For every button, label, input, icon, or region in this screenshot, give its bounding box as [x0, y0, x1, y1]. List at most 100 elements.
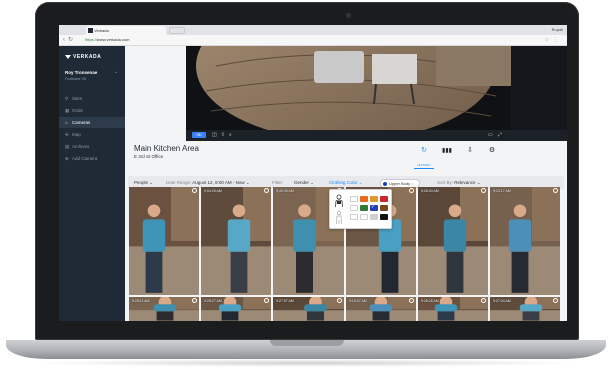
- active-tab-indicator: [414, 168, 434, 169]
- camera-icon: ⌂: [65, 120, 68, 125]
- brand-name: VERKADA: [73, 54, 102, 60]
- chip-label: Upper Body: [389, 181, 411, 186]
- org-name[interactable]: Roy Tronsenae: [65, 70, 97, 75]
- laptop-notch: [270, 340, 344, 346]
- color-swatch[interactable]: [350, 196, 358, 202]
- share-icon[interactable]: ⇪: [221, 132, 229, 138]
- result-thumbnail[interactable]: 9:28:27 AM: [201, 297, 271, 321]
- brand-logo[interactable]: VERKADA: [65, 54, 101, 60]
- select-circle-icon[interactable]: [481, 298, 486, 303]
- url-host: www.verkada.com: [97, 37, 130, 42]
- select-circle-icon[interactable]: [337, 298, 342, 303]
- sidebar-item-label: Add Camera: [72, 156, 98, 161]
- result-thumbnail[interactable]: 9:28:28 AM: [418, 297, 488, 321]
- result-thumbnail[interactable]: 9:04:25 AM: [201, 187, 271, 295]
- date-range-value: August 12, 8:00 AM - Now: [192, 180, 245, 185]
- select-circle-icon[interactable]: [481, 188, 486, 193]
- page-title: Main Kitchen Area: [134, 144, 199, 153]
- fullscreen-icon[interactable]: ⤢: [498, 132, 507, 138]
- sidebar-item-archives[interactable]: ▤ Archives: [59, 141, 125, 152]
- sidebar-item-cameras[interactable]: ⌂ Cameras: [59, 117, 125, 128]
- color-swatch[interactable]: [360, 214, 368, 220]
- select-circle-icon[interactable]: [192, 188, 197, 193]
- add-icon: ⊕: [65, 156, 69, 161]
- analytics-icon[interactable]: ▮▮▮: [439, 147, 455, 154]
- sidebar-item-label: Sites: [72, 96, 83, 101]
- result-thumbnail[interactable]: 9:26:44 AM: [418, 187, 488, 295]
- select-circle-icon[interactable]: [409, 188, 414, 193]
- grid-icon: ▦: [65, 108, 70, 113]
- color-swatch[interactable]: [380, 196, 388, 202]
- sidebar-item-sites[interactable]: ⚲ Sites: [59, 93, 125, 104]
- color-swatch[interactable]: [350, 214, 358, 220]
- sidebar-item-grids[interactable]: ▦ Grids: [59, 105, 125, 116]
- thumbnail-timestamp: 9:04:25 AM: [204, 189, 222, 193]
- select-circle-icon[interactable]: [553, 298, 558, 303]
- snapshot-icon[interactable]: ◫: [212, 132, 221, 138]
- select-circle-icon[interactable]: [264, 188, 269, 193]
- camera-video-player[interactable]: HD ◫⇪⌕ ▭⤢: [186, 46, 567, 141]
- color-swatch[interactable]: [370, 214, 378, 220]
- select-circle-icon[interactable]: [409, 298, 414, 303]
- result-thumbnail[interactable]: 9:28:11 AM: [129, 297, 199, 321]
- color-swatch[interactable]: [380, 205, 388, 211]
- chevron-down-icon: ⌄: [358, 180, 363, 185]
- person-snapshot-image: [129, 187, 199, 295]
- sidebar-item-add-camera[interactable]: ⊕ Add Camera: [59, 153, 125, 164]
- result-thumbnail[interactable]: 9:27:57 AM: [273, 297, 344, 321]
- sort-value: Relevance: [454, 180, 476, 185]
- result-thumbnail[interactable]: 9:33:17 AM: [490, 187, 560, 295]
- more-menu-icon[interactable]: ⋮: [553, 37, 562, 43]
- select-circle-icon[interactable]: [553, 188, 558, 193]
- nav-buttons: ‹↻: [63, 36, 76, 44]
- select-circle-icon[interactable]: [192, 298, 197, 303]
- address-bar: ‹↻ https://www.verkada.com ☆⋮: [59, 35, 567, 46]
- result-thumbnail[interactable]: 9:16:07 AM: [346, 297, 416, 321]
- color-swatch[interactable]: [380, 214, 388, 220]
- clothing-color-popup: [329, 189, 392, 229]
- color-swatch[interactable]: [360, 196, 368, 202]
- picture-in-picture-icon[interactable]: ▭: [488, 132, 498, 138]
- color-swatch[interactable]: [370, 204, 378, 211]
- camera-video-frame: [186, 46, 511, 130]
- video-tool-icons: ◫⇪⌕: [212, 131, 236, 139]
- thumbnail-timestamp: 9:16:07 AM: [349, 299, 367, 303]
- result-thumbnail[interactable]: 9:27:04 AM: [490, 297, 560, 321]
- color-swatch[interactable]: [360, 205, 368, 211]
- video-view-icons: ▭⤢: [488, 131, 507, 139]
- sidebar-item-label: Map: [72, 132, 81, 137]
- webcam: [346, 13, 351, 18]
- tab-history-label: HISTORY: [417, 163, 431, 167]
- profile-name[interactable]: Rupali: [552, 26, 563, 34]
- url-field[interactable]: https://www.verkada.com: [85, 37, 129, 43]
- date-range-label: Date Range:: [166, 180, 192, 185]
- sidebar-item-map[interactable]: ✣ Map: [59, 129, 125, 140]
- browser-tab-bar: Verkada Rupali: [59, 25, 567, 41]
- color-swatch[interactable]: [350, 205, 358, 211]
- download-icon[interactable]: ⇩: [462, 146, 478, 154]
- history-icon[interactable]: ↻: [416, 146, 432, 154]
- thumbnail-timestamp: 9:27:57 AM: [276, 299, 294, 303]
- close-icon[interactable]: ×: [411, 181, 413, 186]
- result-thumbnail[interactable]: [129, 187, 199, 295]
- thumbnail-timestamp: 9:26:44 AM: [421, 189, 439, 193]
- verkada-logo-icon: [65, 54, 71, 59]
- bookmark-star-icon[interactable]: ☆: [545, 37, 553, 43]
- person-snapshot-image: [418, 187, 488, 295]
- filter-label-text: Filter:: [272, 180, 284, 185]
- pin-icon: ⚲: [65, 96, 69, 101]
- settings-icon[interactable]: ⚙: [484, 146, 500, 154]
- color-dot-icon: [383, 181, 387, 186]
- zoom-icon[interactable]: ⌕: [229, 132, 236, 138]
- browser-tab[interactable]: Verkada: [86, 26, 166, 35]
- select-circle-icon[interactable]: [264, 298, 269, 303]
- lower-body-figure-icon[interactable]: [334, 211, 344, 225]
- hd-quality-button[interactable]: HD: [192, 132, 206, 138]
- org-subtitle: Fonttower HS: [65, 77, 87, 81]
- chevron-down-icon[interactable]: ⌄: [114, 69, 118, 75]
- thumbnail-timestamp: 9:28:27 AM: [204, 299, 222, 303]
- color-swatch[interactable]: [370, 196, 378, 202]
- reload-icon[interactable]: ↻: [68, 37, 76, 43]
- upper-body-figure-icon[interactable]: [334, 194, 344, 208]
- new-tab-button[interactable]: [169, 27, 185, 34]
